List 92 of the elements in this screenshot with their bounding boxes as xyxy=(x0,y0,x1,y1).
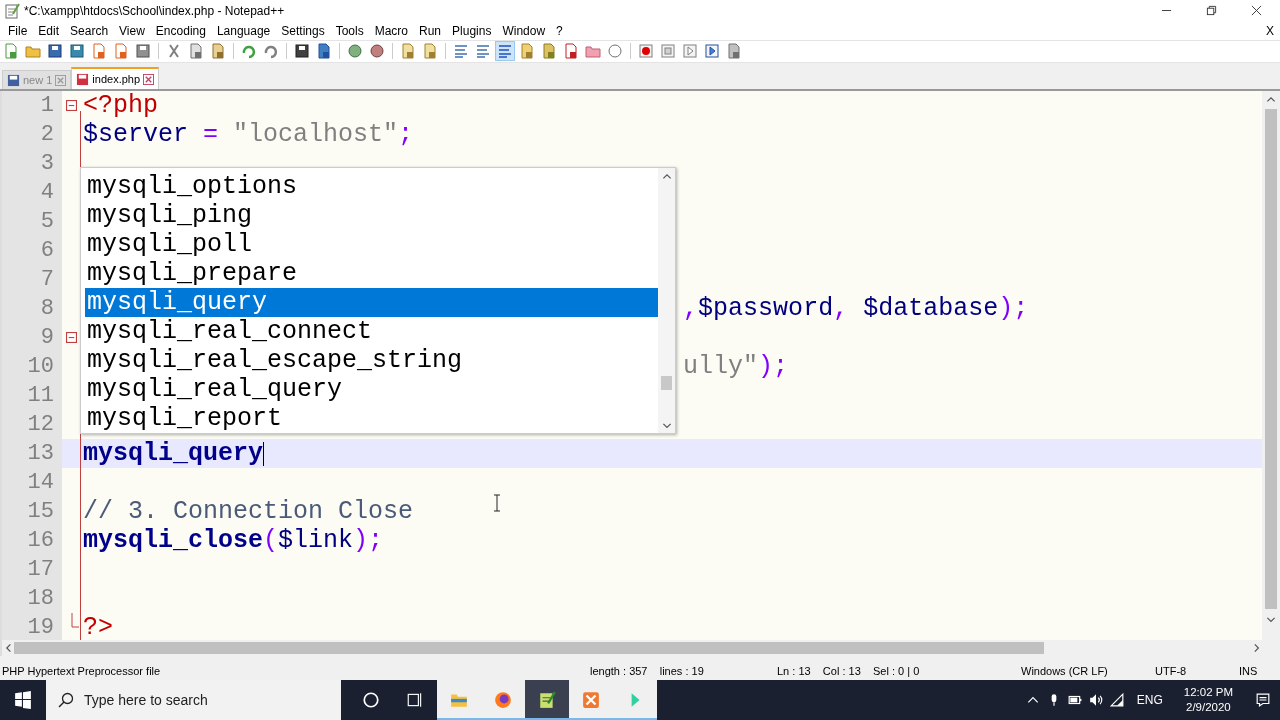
line-number: 17 xyxy=(2,555,62,585)
line-number: 2 xyxy=(2,120,62,150)
autocomplete-item[interactable]: mysqli_prepare xyxy=(85,259,658,289)
code-line: ?> xyxy=(82,613,113,641)
autocomplete-item[interactable]: mysqli_options xyxy=(85,172,658,202)
line-number: 12 xyxy=(2,410,62,440)
stop-icon[interactable] xyxy=(659,42,677,61)
save-icon[interactable] xyxy=(46,42,64,61)
line-number: 3 xyxy=(2,149,62,179)
encoding-label: UTF-8 xyxy=(1155,665,1188,678)
speaker-icon[interactable] xyxy=(1088,693,1103,707)
line-number: 6 xyxy=(2,236,62,266)
autocomplete-item[interactable]: mysqli_real_connect xyxy=(85,317,658,347)
line-number: 11 xyxy=(2,381,62,411)
autocomplete-item[interactable]: mysqli_query xyxy=(85,288,658,318)
clock-time[interactable]: 12:02 PM xyxy=(1183,685,1233,700)
indent-guide-icon[interactable] xyxy=(496,42,514,61)
close-icon[interactable] xyxy=(1251,5,1262,17)
menu-item[interactable]: Window xyxy=(496,23,551,38)
fold-toggle-icon[interactable] xyxy=(65,100,77,112)
menu-item[interactable]: Edit xyxy=(32,23,65,38)
horizontal-scrollbar[interactable] xyxy=(2,640,1280,657)
window-title: *C:\xampp\htdocs\School\index.php - Notepad++ xyxy=(24,3,285,18)
language-indicator[interactable]: ENG xyxy=(1130,693,1169,707)
text-caret xyxy=(263,441,265,466)
insert-mode-label: INS xyxy=(1239,665,1258,678)
taskbar-search-field[interactable]: Type here to search xyxy=(46,680,341,720)
file-tab[interactable]: index.php xyxy=(71,67,160,90)
autocomplete-item[interactable]: mysqli_poll xyxy=(85,230,658,260)
paste-icon[interactable] xyxy=(209,42,227,61)
code-line: // 3. Connection Close xyxy=(82,497,414,527)
code-line: mysqli_query xyxy=(82,439,264,469)
notepad-app-icon[interactable] xyxy=(525,680,569,720)
record-icon[interactable] xyxy=(637,42,655,61)
close-icon[interactable] xyxy=(143,73,155,85)
menu-item[interactable]: Macro xyxy=(368,23,413,38)
close-document-button[interactable]: X xyxy=(1266,23,1280,38)
line-number: 19 xyxy=(2,613,62,641)
code-line: $server = "localhost"; xyxy=(82,120,414,150)
line-number: 9 xyxy=(2,323,62,353)
copy-icon[interactable] xyxy=(187,42,205,61)
file-type-label: PHP Hypertext Preprocessor file xyxy=(1,665,162,678)
autocomplete-item[interactable]: mysqli_ping xyxy=(85,201,658,231)
line-number: 10 xyxy=(2,352,62,382)
close-file-icon[interactable] xyxy=(90,42,108,61)
close-all-icon[interactable] xyxy=(112,42,130,61)
menu-item[interactable]: Run xyxy=(413,23,447,38)
vertical-scrollbar[interactable] xyxy=(1262,91,1280,641)
menu-item[interactable]: ? xyxy=(550,23,568,38)
search-icon xyxy=(58,692,74,708)
clock-date[interactable]: 2/9/2020 xyxy=(1186,700,1231,715)
autocomplete-item[interactable]: mysqli_real_escape_string xyxy=(85,346,658,376)
line-number: 16 xyxy=(2,526,62,556)
line-number: 7 xyxy=(2,265,62,295)
line-number: 13 xyxy=(2,439,62,469)
fast-forward-icon[interactable] xyxy=(703,42,721,61)
paragraph-icon[interactable] xyxy=(474,42,492,61)
menu-item[interactable]: Encoding xyxy=(149,23,211,38)
menu-item[interactable]: File xyxy=(2,23,33,38)
code-line: ully"); xyxy=(683,352,789,382)
menu-item[interactable]: View xyxy=(113,23,150,38)
word-wrap-icon[interactable] xyxy=(452,42,470,61)
play-icon[interactable] xyxy=(681,42,699,61)
fold-toggle-icon[interactable] xyxy=(65,332,77,344)
text-cursor-icon xyxy=(493,494,501,513)
menu-item[interactable]: Tools xyxy=(329,23,369,38)
autocomplete-item[interactable]: mysqli_real_query xyxy=(85,375,658,405)
code-line: ,$password, $database); xyxy=(683,294,1029,324)
line-ending-label: Windows (CR LF) xyxy=(1021,665,1109,678)
menu-item[interactable]: Search xyxy=(64,23,114,38)
popup-scrollbar[interactable] xyxy=(658,168,675,434)
line-number: 5 xyxy=(2,207,62,237)
cursor-position-label: Ln : 13 Col : 13 Sel : 0 | 0 xyxy=(777,665,921,678)
code-line: mysqli_close($link); xyxy=(82,526,384,556)
line-number: 4 xyxy=(2,178,62,208)
line-number: 15 xyxy=(2,497,62,527)
battery-icon[interactable] xyxy=(1067,693,1082,707)
save-all-icon[interactable] xyxy=(68,42,86,61)
autocomplete-item[interactable]: mysqli_report xyxy=(85,404,658,434)
length-label: length : 357 lines : 19 xyxy=(590,665,705,678)
line-number: 1 xyxy=(2,91,62,121)
line-number: 18 xyxy=(2,584,62,614)
code-line: <?php xyxy=(82,91,158,121)
new-file-icon[interactable] xyxy=(2,42,20,61)
restore-icon[interactable] xyxy=(1206,5,1217,17)
line-number: 14 xyxy=(2,468,62,498)
menu-item[interactable]: Plugins xyxy=(446,23,497,38)
menu-item[interactable]: Settings xyxy=(275,23,330,38)
wifi-icon[interactable] xyxy=(1109,693,1124,707)
notification-icon[interactable] xyxy=(1256,693,1270,707)
line-number: 8 xyxy=(2,294,62,324)
menu-item[interactable]: Language xyxy=(210,23,276,38)
